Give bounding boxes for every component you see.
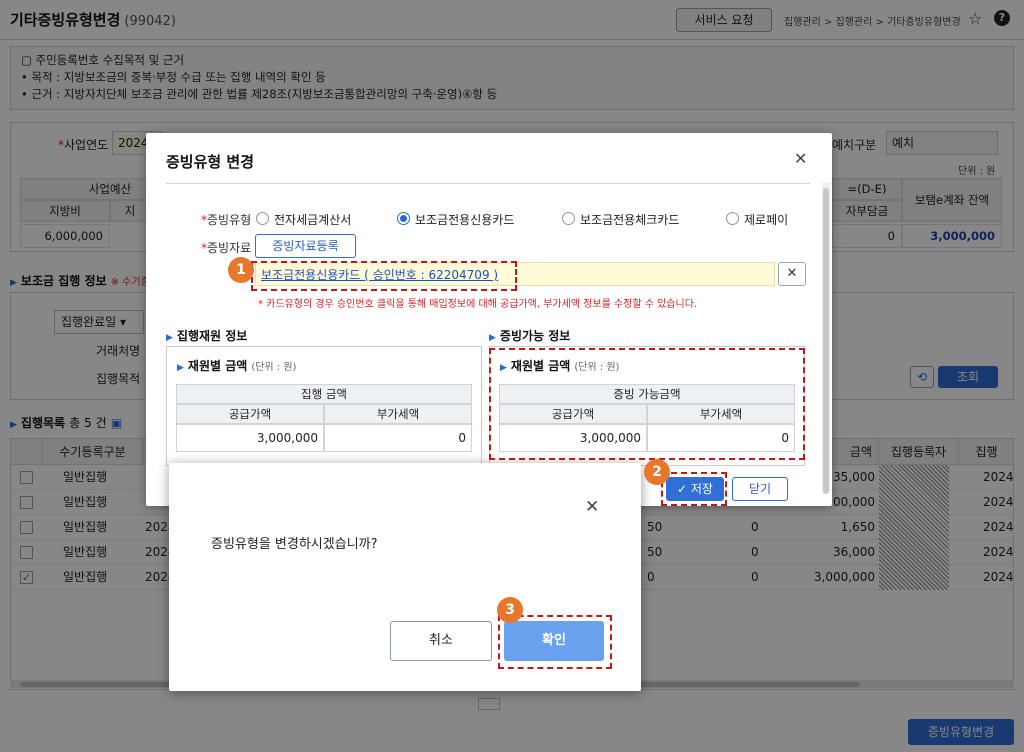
close-button[interactable]: 닫기	[732, 477, 788, 501]
proof-data-label: *증빙자료	[201, 241, 252, 255]
annotation-badge-3: 3	[497, 597, 523, 623]
annotation-badge-1: 1	[228, 257, 254, 283]
radio-label: 보조금전용신용카드	[415, 213, 515, 227]
radio-label: 전자세금계산서	[274, 213, 352, 227]
annotation-box-proof-panel	[489, 348, 805, 460]
close-icon[interactable]: ✕	[585, 497, 599, 517]
annotation-badge-2: 2	[644, 459, 670, 485]
annotation-box-2	[661, 472, 727, 506]
funding-section-title: ▶ 집행재원 정보	[166, 329, 248, 343]
card-warning: * 카드유형의 경우 승인번호 클릭을 통해 매입정보에 대해 공급가액, 부가…	[258, 299, 698, 310]
modal-scrollbar-thumb[interactable]	[823, 188, 829, 494]
funding-panel: ▶ 재원별 금액 (단위 : 원) 집행 금액 공급가액 부가세액 3,000,00…	[166, 346, 482, 466]
radio-label: 보조금전용체크카드	[580, 213, 680, 227]
supply-value: 3,000,000	[176, 424, 324, 452]
radio-zeropay[interactable]	[726, 212, 739, 225]
vat-header: 부가세액	[324, 404, 472, 424]
radio-subsidy-check-card[interactable]	[562, 212, 575, 225]
radio-label: 제로페이	[744, 213, 789, 227]
clear-proof-icon[interactable]: ✕	[778, 262, 806, 286]
confirm-message: 증빙유형을 변경하시겠습니까?	[211, 537, 378, 552]
divider	[166, 183, 810, 184]
exec-amount-header: 집행 금액	[176, 384, 472, 404]
annotation-box-1	[251, 261, 517, 291]
cancel-button[interactable]: 취소	[390, 621, 492, 661]
modal-title: 증빙유형 변경	[166, 153, 255, 171]
annotation-box-3	[498, 615, 612, 669]
supply-header: 공급가액	[176, 404, 324, 424]
radio-subsidy-credit-card[interactable]	[397, 212, 410, 225]
proof-section-title: ▶ 증빙가능 정보	[489, 329, 571, 343]
proof-type-label: *증빙유형	[201, 213, 252, 227]
radio-e-tax-invoice[interactable]	[256, 212, 269, 225]
vat-value: 0	[324, 424, 472, 452]
proof-register-button[interactable]: 증빙자료등록	[255, 234, 356, 258]
panel-title: ▶ 재원별 금액 (단위 : 원)	[177, 359, 297, 373]
close-icon[interactable]: ✕	[794, 149, 807, 168]
